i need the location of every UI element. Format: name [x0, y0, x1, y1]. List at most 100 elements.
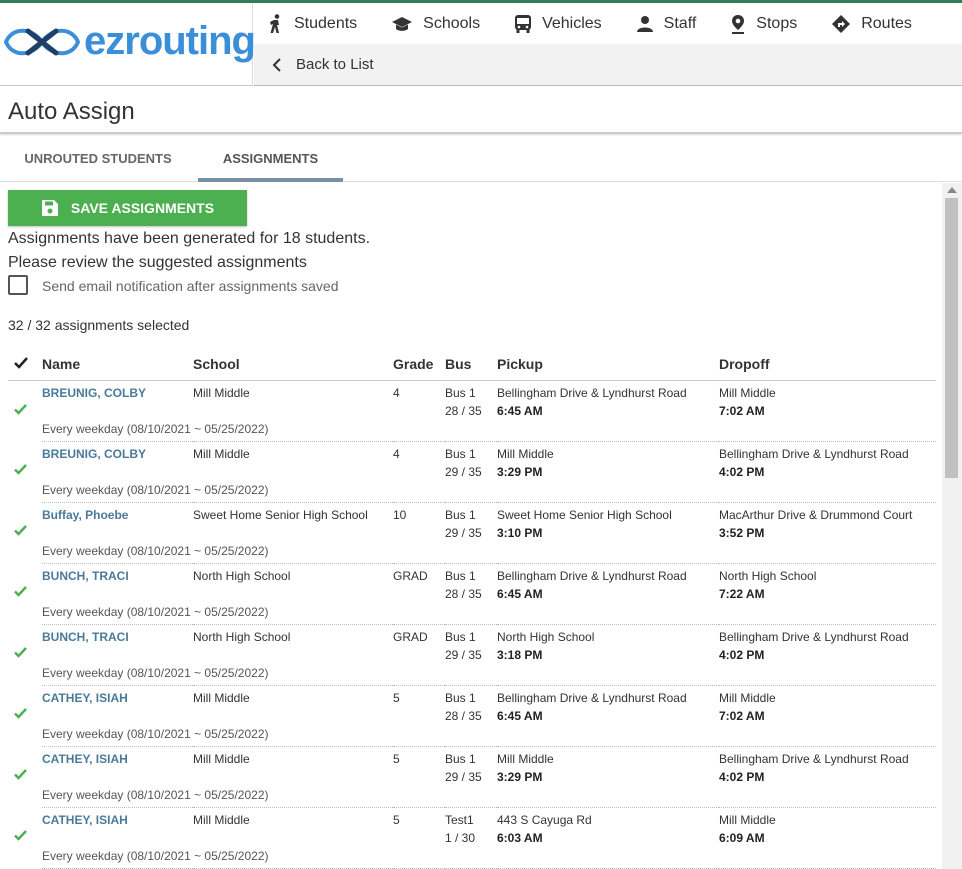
- student-name-link[interactable]: BUNCH, TRACI: [42, 630, 129, 644]
- scrollbar-thumb[interactable]: [945, 198, 958, 478]
- bus-icon: [515, 14, 532, 33]
- save-assignments-button[interactable]: SAVE ASSIGNMENTS: [8, 190, 247, 226]
- select-all-header[interactable]: [8, 349, 42, 381]
- student-name-cell: CATHEY, ISIAH: [42, 746, 193, 788]
- schedule-text: Every weekday (08/10/2021 ~ 05/25/2022): [42, 788, 936, 808]
- row-select-cell[interactable]: [8, 502, 42, 563]
- logo[interactable]: ezrouting: [0, 3, 256, 86]
- dropoff-cell: MacArthur Drive & Drummond Court 3:52 PM: [719, 502, 936, 544]
- schedule-text: Every weekday (08/10/2021 ~ 05/25/2022): [42, 849, 936, 869]
- dropoff-place: Bellingham Drive & Lyndhurst Road: [719, 751, 909, 766]
- bus-cell: Test1 1 / 30: [445, 807, 497, 849]
- table-row[interactable]: BUNCH, TRACI North High School GRAD Bus 1 29…: [8, 624, 936, 666]
- dropoff-time: 6:09 AM: [719, 830, 765, 845]
- student-name-link[interactable]: CATHEY, ISIAH: [42, 813, 128, 827]
- nav-vehicles[interactable]: Vehicles: [500, 3, 602, 44]
- pickup-cell: Mill Middle 3:29 PM: [497, 746, 719, 788]
- row-selected-check[interactable]: [14, 586, 27, 600]
- assignments-table: Name School Grade Bus Pickup Dropoff BRE…: [8, 349, 936, 869]
- student-name-link[interactable]: BUNCH, TRACI: [42, 569, 129, 583]
- dropoff-place: Bellingham Drive & Lyndhurst Road: [719, 629, 909, 644]
- pickup-time: 6:03 AM: [497, 830, 543, 845]
- map-pin-icon: [732, 14, 745, 34]
- nav-stops[interactable]: Stops: [716, 3, 797, 44]
- table-row[interactable]: BREUNIG, COLBY Mill Middle 4 Bus 1 29 / 35 Mi…: [8, 441, 936, 483]
- bus-seats: 29 / 35: [445, 647, 482, 662]
- nav-students[interactable]: Students: [254, 3, 357, 44]
- student-name-link[interactable]: CATHEY, ISIAH: [42, 691, 128, 705]
- back-to-list-link[interactable]: Back to List: [254, 56, 374, 73]
- schedule-row: Every weekday (08/10/2021 ~ 05/25/2022): [8, 849, 936, 869]
- table-row[interactable]: BREUNIG, COLBY Mill Middle 4 Bus 1 28 / 35 Be…: [8, 380, 936, 422]
- header-school: School: [193, 349, 393, 381]
- table-row[interactable]: Buffay, Phoebe Sweet Home Senior High Sch…: [8, 502, 936, 544]
- row-checkmark-icon: [14, 769, 27, 780]
- bus-name: Bus 1: [445, 446, 476, 461]
- pickup-place: Mill Middle: [497, 446, 554, 461]
- schedule-text: Every weekday (08/10/2021 ~ 05/25/2022): [42, 727, 936, 747]
- pickup-time: 6:45 AM: [497, 586, 543, 601]
- bus-cell: Bus 1 28 / 35: [445, 685, 497, 727]
- schedule-row: Every weekday (08/10/2021 ~ 05/25/2022): [8, 727, 936, 747]
- assignments-panel: SAVE ASSIGNMENTS Assignments have been g…: [0, 183, 942, 869]
- row-selected-check[interactable]: [14, 647, 27, 661]
- nav-schools-label: Schools: [423, 14, 481, 32]
- row-select-cell[interactable]: [8, 624, 42, 685]
- logo-mark-icon: [3, 28, 81, 56]
- page-title: Auto Assign: [8, 98, 135, 125]
- nav-staff[interactable]: Staff: [622, 3, 696, 44]
- bus-cell: Bus 1 28 / 35: [445, 563, 497, 605]
- tab-unrouted-students[interactable]: UNROUTED STUDENTS: [8, 136, 188, 182]
- grade-cell: 4: [393, 446, 400, 461]
- page-header: Auto Assign: [0, 86, 962, 134]
- nav-routes[interactable]: Routes: [817, 3, 912, 44]
- student-name-link[interactable]: BREUNIG, COLBY: [42, 386, 146, 400]
- pickup-place: Bellingham Drive & Lyndhurst Road: [497, 690, 687, 705]
- bus-seats: 28 / 35: [445, 708, 482, 723]
- row-selected-check[interactable]: [14, 708, 27, 722]
- row-selected-check[interactable]: [14, 830, 27, 844]
- student-name-cell: BREUNIG, COLBY: [42, 380, 193, 422]
- bus-cell: Bus 1 28 / 35: [445, 380, 497, 422]
- grade-cell: 4: [393, 385, 400, 400]
- row-select-cell[interactable]: [8, 685, 42, 746]
- dropoff-cell: Bellingham Drive & Lyndhurst Road 4:02 PM: [719, 624, 936, 666]
- row-select-cell[interactable]: [8, 807, 42, 868]
- schedule-row: Every weekday (08/10/2021 ~ 05/25/2022): [8, 544, 936, 564]
- school-cell: Mill Middle: [193, 385, 250, 400]
- student-name-cell: CATHEY, ISIAH: [42, 807, 193, 849]
- student-name-link[interactable]: BREUNIG, COLBY: [42, 447, 146, 461]
- row-select-cell[interactable]: [8, 380, 42, 441]
- directions-icon: [832, 14, 851, 33]
- table-row[interactable]: CATHEY, ISIAH Mill Middle 5 Bus 1 28 / 35 Bel…: [8, 685, 936, 727]
- row-select-cell[interactable]: [8, 563, 42, 624]
- table-row[interactable]: CATHEY, ISIAH Mill Middle 5 Bus 1 29 / 35 Mil…: [8, 746, 936, 788]
- row-select-cell[interactable]: [8, 441, 42, 502]
- row-selected-check[interactable]: [14, 525, 27, 539]
- student-name-link[interactable]: CATHEY, ISIAH: [42, 752, 128, 766]
- nav-schools[interactable]: Schools: [377, 3, 480, 44]
- graduation-cap-icon: [392, 16, 413, 31]
- vertical-scrollbar[interactable]: [942, 183, 962, 869]
- email-notification-checkbox[interactable]: [8, 275, 28, 295]
- row-selected-check[interactable]: [14, 403, 27, 418]
- dropoff-cell: Mill Middle 7:02 AM: [719, 685, 936, 727]
- tab-assignments[interactable]: ASSIGNMENTS: [198, 136, 343, 182]
- row-selected-check[interactable]: [14, 769, 27, 783]
- row-select-cell[interactable]: [8, 746, 42, 807]
- table-row[interactable]: CATHEY, ISIAH Mill Middle 5 Test1 1 / 30 443 …: [8, 807, 936, 849]
- student-name-cell: BREUNIG, COLBY: [42, 441, 193, 483]
- tab-bar: UNROUTED STUDENTS ASSIGNMENTS: [0, 136, 962, 182]
- schedule-text: Every weekday (08/10/2021 ~ 05/25/2022): [42, 544, 936, 564]
- table-row[interactable]: BUNCH, TRACI North High School GRAD Bus 1 28…: [8, 563, 936, 605]
- dropoff-time: 4:02 PM: [719, 464, 765, 479]
- student-name-cell: CATHEY, ISIAH: [42, 685, 193, 727]
- pickup-time: 3:29 PM: [497, 769, 543, 784]
- brand-name: ezrouting: [84, 19, 256, 63]
- row-checkmark-icon: [14, 403, 27, 415]
- pickup-time: 3:10 PM: [497, 525, 543, 540]
- row-selected-check[interactable]: [14, 464, 27, 478]
- student-name-link[interactable]: Buffay, Phoebe: [42, 508, 128, 522]
- scroll-up-arrow-icon[interactable]: [947, 187, 957, 193]
- dropoff-place: North High School: [719, 568, 817, 583]
